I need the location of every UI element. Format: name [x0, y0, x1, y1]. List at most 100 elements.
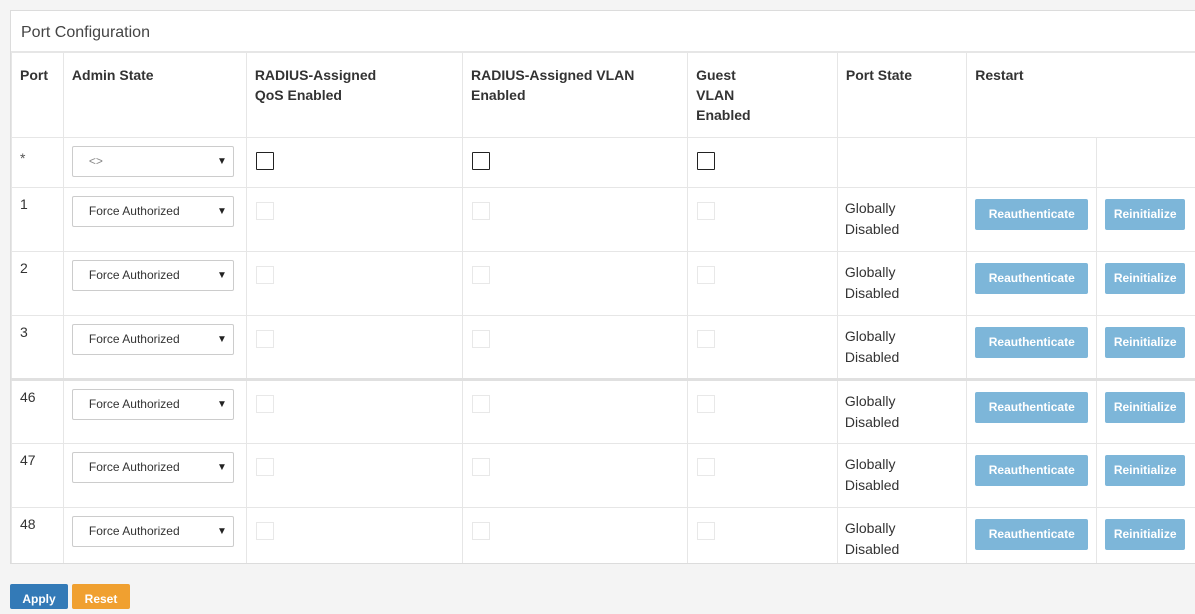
port-state-line1: Globally: [845, 262, 966, 283]
vlan-cell: [463, 188, 688, 252]
header-row: Port Admin State RADIUS-Assigned QoS Ena…: [12, 53, 1195, 138]
qos-cell: [246, 188, 462, 252]
admin-state-cell: Force Authorized▼: [63, 380, 246, 444]
port-state-cell: [837, 138, 966, 188]
reinitialize-button[interactable]: Reinitialize: [1105, 327, 1185, 358]
dropdown-caret-icon: ▼: [217, 517, 227, 546]
port-state-line1: Globally: [845, 198, 966, 219]
reauth-cell: Reauthenticate: [967, 380, 1097, 444]
guest-cell: [688, 380, 838, 444]
vlan-checkbox: [472, 458, 490, 476]
dropdown-caret-icon: ▼: [217, 453, 227, 482]
port-state-line1: Globally: [845, 518, 966, 539]
vlan-cell: [463, 444, 688, 508]
guest-cell: [688, 188, 838, 252]
reauth-cell: Reauthenticate: [967, 444, 1097, 508]
table-row: 48 Force Authorized▼ GloballyDisabled Reaut…: [12, 508, 1195, 565]
admin-state-value: <>: [89, 154, 103, 168]
port-state-line2: Disabled: [845, 539, 966, 560]
guest-vlan-checkbox-all[interactable]: [697, 152, 715, 170]
dropdown-caret-icon: ▼: [217, 390, 227, 419]
vlan-checkbox: [472, 395, 490, 413]
reinitialize-button[interactable]: Reinitialize: [1105, 519, 1185, 550]
reauth-cell: Reauthenticate: [967, 188, 1097, 252]
admin-state-value: Force Authorized: [89, 268, 180, 282]
qos-cell: [246, 380, 462, 444]
reinitialize-button[interactable]: Reinitialize: [1105, 199, 1185, 230]
admin-state-cell: Force Authorized▼: [63, 252, 246, 316]
reauthenticate-button[interactable]: Reauthenticate: [975, 199, 1088, 230]
reauthenticate-button[interactable]: Reauthenticate: [975, 519, 1088, 550]
port-cell: 47: [12, 444, 64, 508]
guest-cell: [688, 444, 838, 508]
vlan-cell: [463, 252, 688, 316]
apply-button[interactable]: Apply: [10, 584, 68, 609]
reinitialize-button[interactable]: Reinitialize: [1105, 455, 1185, 486]
admin-state-value: Force Authorized: [89, 204, 180, 218]
vlan-checkbox: [472, 522, 490, 540]
qos-cell: [246, 138, 462, 188]
guest-cell: [688, 316, 838, 380]
admin-state-select[interactable]: Force Authorized▼: [72, 260, 234, 291]
qos-cell: [246, 444, 462, 508]
table-row: 47Force Authorized▼GloballyDisabledReaut…: [12, 444, 1195, 508]
port-state-cell: GloballyDisabled: [837, 508, 966, 565]
admin-state-select[interactable]: Force Authorized▼: [72, 324, 234, 355]
port-state-line1: Globally: [845, 454, 966, 475]
table-row: 2Force Authorized▼GloballyDisabledReauth…: [12, 252, 1195, 316]
guest-cell: [688, 138, 838, 188]
admin-state-select[interactable]: Force Authorized▼: [72, 452, 234, 483]
admin-state-select[interactable]: Force Authorized▼: [72, 516, 234, 547]
reinit-cell: Reinitialize: [1097, 444, 1195, 508]
admin-state-value: Force Authorized: [89, 332, 180, 346]
vlan-checkbox: [472, 266, 490, 284]
reset-button[interactable]: Reset: [72, 584, 130, 609]
port-cell: 1: [12, 188, 64, 252]
qos-checkbox: [256, 395, 274, 413]
qos-checkbox-all[interactable]: [256, 152, 274, 170]
reauthenticate-button[interactable]: Reauthenticate: [975, 327, 1088, 358]
dropdown-caret-icon: ▼: [217, 197, 227, 226]
port-cell: 48: [12, 508, 64, 565]
reauth-cell: Reauthenticate: [967, 316, 1097, 380]
vlan-checkbox: [472, 202, 490, 220]
qos-checkbox: [256, 458, 274, 476]
reinit-cell: Reinitialize: [1097, 252, 1195, 316]
guest-vlan-checkbox: [697, 202, 715, 220]
qos-cell: [246, 508, 462, 565]
col-radius-qos: RADIUS-Assigned QoS Enabled: [246, 53, 462, 138]
reauthenticate-button[interactable]: Reauthenticate: [975, 392, 1088, 423]
port-cell: 46: [12, 380, 64, 444]
admin-state-cell: <> ▼: [63, 138, 246, 188]
guest-vlan-checkbox: [697, 522, 715, 540]
reinit-cell: Reinitialize: [1097, 508, 1195, 565]
admin-state-select[interactable]: Force Authorized ▼: [72, 196, 234, 227]
guest-vlan-checkbox: [697, 395, 715, 413]
reinitialize-button[interactable]: Reinitialize: [1105, 263, 1185, 294]
vlan-cell: [463, 138, 688, 188]
port-state-cell: GloballyDisabled: [837, 380, 966, 444]
guest-vlan-checkbox: [697, 266, 715, 284]
qos-checkbox: [256, 266, 274, 284]
panel-title: Port Configuration: [11, 11, 1195, 52]
admin-state-select-all[interactable]: <> ▼: [72, 146, 234, 177]
col-port-state: Port State: [837, 53, 966, 138]
reauthenticate-button[interactable]: Reauthenticate: [975, 263, 1088, 294]
col-radius-vlan: RADIUS-Assigned VLAN Enabled: [463, 53, 688, 138]
qos-checkbox: [256, 330, 274, 348]
guest-cell: [688, 508, 838, 565]
reauthenticate-button[interactable]: Reauthenticate: [975, 455, 1088, 486]
port-configuration-panel: Port Configuration Port Admin State RADI…: [10, 10, 1195, 564]
port-state-line1: Globally: [845, 391, 966, 412]
port-cell: *: [12, 138, 64, 188]
reinitialize-button[interactable]: Reinitialize: [1105, 392, 1185, 423]
table-row: 46 Force Authorized▼ GloballyDisabled Reaut…: [12, 380, 1195, 444]
vlan-cell: [463, 380, 688, 444]
guest-vlan-checkbox: [697, 458, 715, 476]
admin-state-cell: Force Authorized▼: [63, 316, 246, 380]
vlan-cell: [463, 508, 688, 565]
admin-state-select[interactable]: Force Authorized▼: [72, 389, 234, 420]
vlan-checkbox-all[interactable]: [472, 152, 490, 170]
port-state-line1: Globally: [845, 326, 966, 347]
dropdown-caret-icon: ▼: [217, 147, 227, 176]
